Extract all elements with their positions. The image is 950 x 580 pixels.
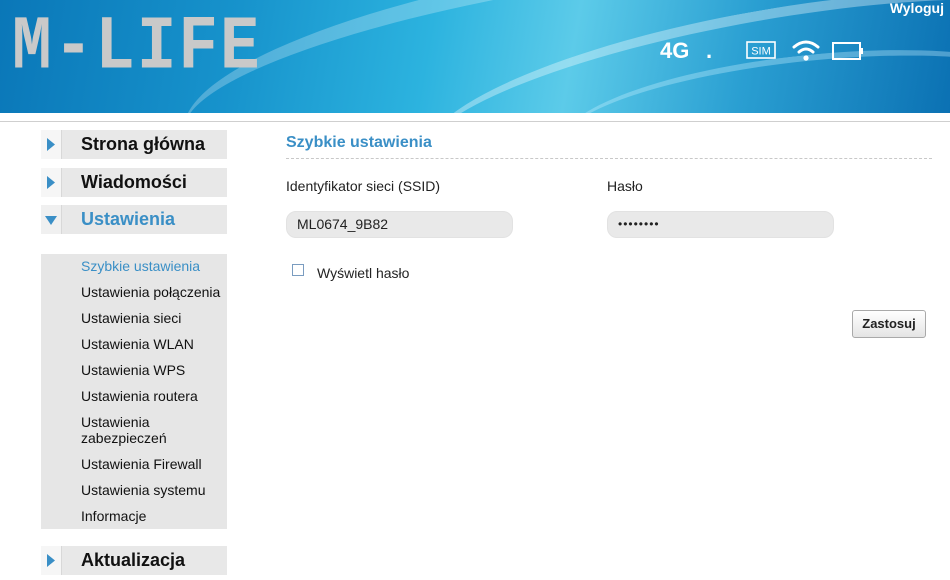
nav-arrow (41, 168, 62, 197)
chevron-right-icon (47, 554, 55, 567)
nav-item-messages[interactable]: Wiadomości (41, 168, 227, 197)
sim-icon: SIM (746, 41, 776, 59)
nav-arrow (41, 205, 62, 234)
title-divider (286, 158, 932, 159)
nav-item-label: Strona główna (81, 134, 206, 154)
submenu-item-wps-settings[interactable]: Ustawienia WPS (81, 362, 185, 378)
sim-label: SIM (751, 46, 771, 58)
show-password-checkbox[interactable] (292, 264, 304, 276)
ssid-label: Identyfikator sieci (SSID) (286, 178, 441, 194)
nav-item-home[interactable]: Strona główna (41, 130, 227, 159)
network-type: 4G (660, 38, 690, 63)
nav-item-settings[interactable]: Ustawienia (41, 205, 227, 234)
nav-item-label: Aktualizacja (81, 550, 186, 570)
chevron-right-icon (47, 176, 55, 189)
header-divider (0, 121, 950, 122)
show-password-label: Wyświetl hasło (317, 265, 410, 281)
logout-link[interactable]: Wyloguj (890, 0, 944, 16)
logo: M-LIFE (12, 4, 262, 91)
submenu-item-security-settings[interactable]: Ustawienia zabezpieczeń (81, 414, 201, 446)
settings-submenu: Szybkie ustawienia Ustawienia połączenia… (41, 254, 227, 529)
submenu-item-system-settings[interactable]: Ustawienia systemu (81, 482, 206, 498)
password-label: Hasło (607, 178, 643, 194)
submenu-item-network-settings[interactable]: Ustawienia sieci (81, 310, 181, 326)
submenu-item-information[interactable]: Informacje (81, 508, 146, 524)
submenu-item-router-settings[interactable]: Ustawienia routera (81, 388, 198, 404)
header-banner: M-LIFE Wyloguj 4G . SIM (0, 0, 950, 113)
page-title: Szybkie ustawienia (286, 134, 432, 151)
nav-item-label: Wiadomości (81, 172, 187, 192)
chevron-right-icon (47, 138, 55, 151)
password-input[interactable]: •••••••• (607, 211, 834, 238)
wifi-icon (792, 40, 820, 61)
nav-item-update[interactable]: Aktualizacja (41, 546, 227, 575)
submenu-item-wlan-settings[interactable]: Ustawienia WLAN (81, 336, 194, 352)
submenu-item-quick-settings[interactable]: Szybkie ustawienia (81, 258, 200, 274)
chevron-down-icon (45, 216, 57, 225)
nav-arrow (41, 130, 62, 159)
battery-icon (832, 42, 863, 60)
ssid-input[interactable]: ML0674_9B82 (286, 211, 513, 238)
submenu-item-connection-settings[interactable]: Ustawienia połączenia (81, 284, 220, 300)
nav-item-label: Ustawienia (81, 209, 176, 229)
signal-indicator: . (706, 38, 713, 63)
submenu-item-firewall-settings[interactable]: Ustawienia Firewall (81, 456, 202, 472)
apply-button[interactable]: Zastosuj (852, 310, 926, 338)
nav-arrow (41, 546, 62, 575)
